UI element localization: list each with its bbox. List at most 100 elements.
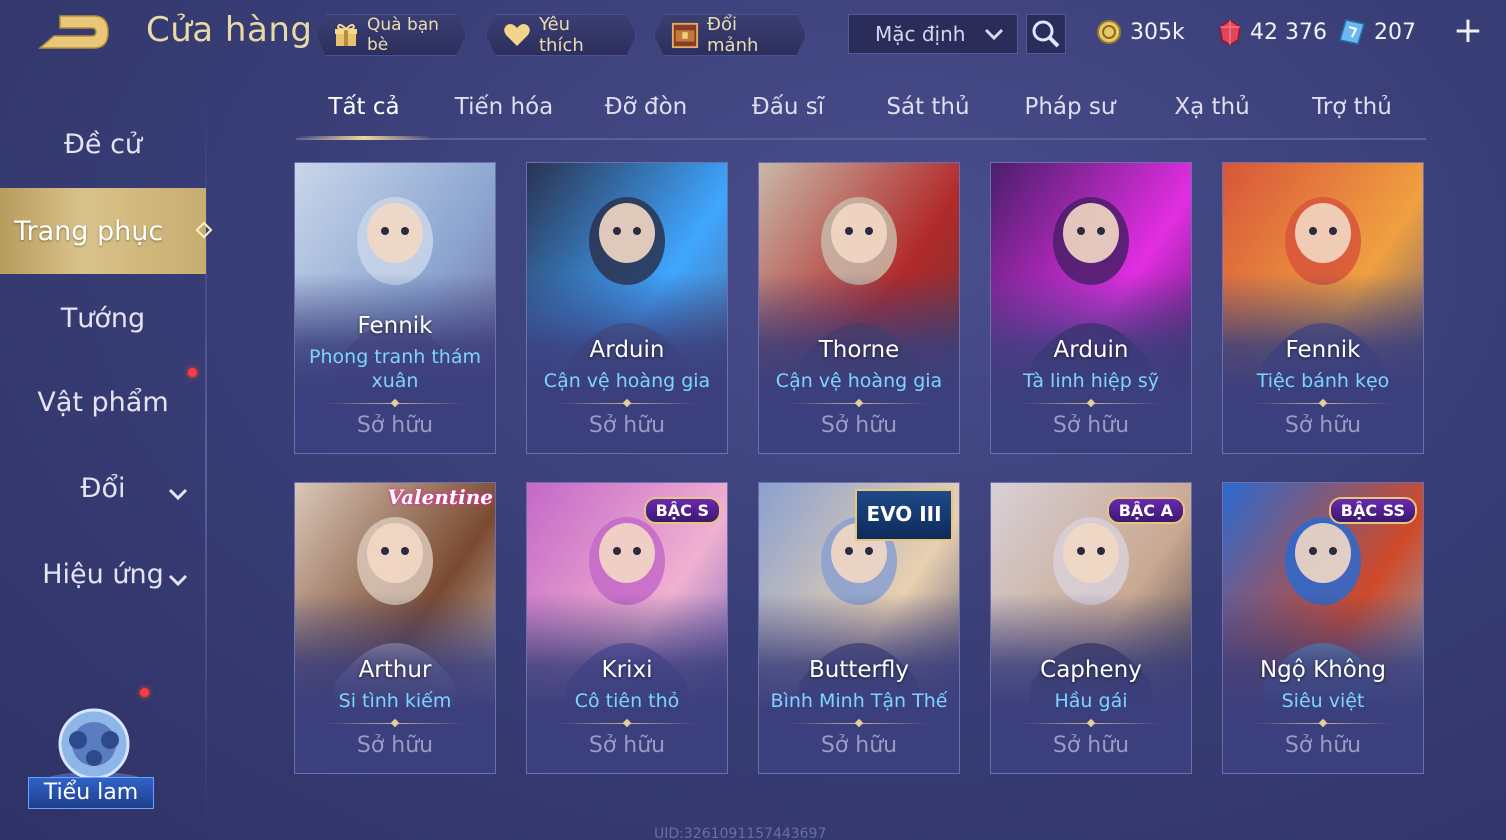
back-arrow-icon <box>37 15 109 49</box>
hero-name: Thorne <box>818 337 900 363</box>
hero-name: Fennik <box>357 313 433 339</box>
gold-balance-value: 305k <box>1130 19 1185 45</box>
sidebar-item-recommended[interactable]: Đề cử <box>0 114 206 174</box>
diamond-marker-icon <box>195 221 213 239</box>
hero-name: Capheny <box>1040 657 1142 683</box>
chevron-down-icon <box>168 478 188 509</box>
ruby-gem-icon <box>1219 19 1241 46</box>
sidebar-item-exchange[interactable]: Đổi <box>0 458 206 518</box>
sidebar-item-label: Hiệu ứng <box>42 558 164 590</box>
treasure-chest-icon <box>671 21 699 49</box>
skin-name: Cô tiên thỏ <box>574 690 680 712</box>
voucher-card-icon <box>1339 19 1365 45</box>
tab-tank[interactable]: Đỡ đòn <box>578 94 714 138</box>
notification-dot <box>188 368 197 377</box>
sidebar-item-label: Đề cử <box>63 128 143 160</box>
gold-coin-icon <box>1097 20 1121 44</box>
page-title: Cửa hàng <box>146 10 313 50</box>
owned-status: Sở hữu <box>820 413 898 438</box>
skin-card[interactable]: Arduin Cận vệ hoàng gia Sở hữu <box>526 162 728 454</box>
left-sidebar: Đề cử Trang phục Tướng Vật phẩm Đổi Hiệu… <box>0 100 213 840</box>
skin-name: Cận vệ hoàng gia <box>543 370 711 392</box>
gift-friends-label: Quà bạn bè <box>367 15 439 55</box>
pet-label: Tiểu lam <box>28 777 154 809</box>
skin-name: Tiệc bánh kẹo <box>1256 370 1390 392</box>
voucher-balance: 207 <box>1338 16 1416 48</box>
sort-dropdown[interactable]: Mặc định <box>848 14 1018 54</box>
sidebar-item-items[interactable]: Vật phẩm <box>0 372 206 432</box>
owned-status: Sở hữu <box>588 413 666 438</box>
player-uid: UID:3261091157443697 <box>654 826 827 840</box>
tab-fighter[interactable]: Đấu sĩ <box>720 94 856 138</box>
exchange-shards-label: Đổi mảnh <box>707 14 759 56</box>
notification-dot <box>140 688 149 697</box>
skin-card[interactable]: EVO III Butterfly Bình Minh Tận Thế Sở hữu <box>758 482 960 774</box>
skin-card[interactable]: Fennik Phong tranh thám xuân Sở hữu <box>294 162 496 454</box>
skin-card[interactable]: Fennik Tiệc bánh kẹo Sở hữu <box>1222 162 1424 454</box>
skin-card[interactable]: Thorne Cận vệ hoàng gia Sở hữu <box>758 162 960 454</box>
skin-name: Cận vệ hoàng gia <box>775 370 943 392</box>
skin-card[interactable]: BẬC S Krixi Cô tiên thỏ Sở hữu <box>526 482 728 774</box>
skin-name: Hầu gái <box>1054 690 1128 712</box>
hero-name: Arduin <box>589 337 665 363</box>
favorites-label: Yêu thích <box>539 14 584 56</box>
pet-companion-button[interactable] <box>34 700 154 830</box>
favorites-button[interactable]: Yêu thích <box>486 14 636 56</box>
skin-card[interactable]: Arduin Tà linh hiệp sỹ Sở hữu <box>990 162 1192 454</box>
hero-name: Fennik <box>1285 337 1361 363</box>
sidebar-item-effects[interactable]: Hiệu ứng <box>0 544 206 604</box>
skin-name: Siêu việt <box>1281 690 1365 712</box>
skin-name: Tà linh hiệp sỹ <box>1022 370 1159 392</box>
owned-status: Sở hữu <box>356 413 434 438</box>
sidebar-item-label: Vật phẩm <box>37 386 169 418</box>
sidebar-item-label: Tướng <box>60 302 146 334</box>
gift-icon <box>333 21 359 49</box>
add-currency-button[interactable]: + <box>1452 13 1484 50</box>
tier-badge: EVO III <box>855 489 953 541</box>
owned-status: Sở hữu <box>820 733 898 758</box>
back-button[interactable] <box>30 8 116 56</box>
hero-name: Arthur <box>358 657 432 683</box>
search-button[interactable] <box>1026 14 1066 54</box>
skin-card-grid: Fennik Phong tranh thám xuân Sở hữu Arduin… <box>294 162 1426 826</box>
gold-balance: 305k <box>1096 16 1185 48</box>
tab-evolution[interactable]: Tiến hóa <box>436 94 572 138</box>
hero-name: Ngộ Không <box>1259 657 1387 683</box>
skin-name: Bình Minh Tận Thế <box>770 690 948 712</box>
skin-card[interactable]: BẬC SS Ngộ Không Siêu việt Sở hữu <box>1222 482 1424 774</box>
active-tab-indicator <box>296 136 432 140</box>
gift-friends-button[interactable]: Quà bạn bè <box>316 14 466 56</box>
sidebar-item-heroes[interactable]: Tướng <box>0 288 206 348</box>
exchange-shards-button[interactable]: Đổi mảnh <box>654 14 806 56</box>
tier-badge: BẬC SS <box>1328 497 1417 524</box>
tier-badge: BẬC S <box>643 497 721 524</box>
sidebar-item-skins[interactable]: Trang phục <box>0 188 213 274</box>
skin-name: Phong tranh thám xuân <box>309 346 481 392</box>
sidebar-item-label: Đổi <box>80 472 126 504</box>
tier-badge: Valentine <box>387 485 493 509</box>
search-icon <box>1032 20 1060 48</box>
owned-status: Sở hữu <box>1052 413 1130 438</box>
hero-name: Arduin <box>1053 337 1129 363</box>
hero-name: Butterfly <box>808 657 910 683</box>
chevron-down-icon <box>168 564 188 595</box>
tab-assassin[interactable]: Sát thủ <box>860 94 996 138</box>
owned-status: Sở hữu <box>356 733 434 758</box>
voucher-balance-value: 207 <box>1374 19 1416 45</box>
skin-card[interactable]: BẬC A Capheny Hầu gái Sở hữu <box>990 482 1192 774</box>
tier-badge: BẬC A <box>1106 497 1185 524</box>
tab-mage[interactable]: Pháp sư <box>1002 94 1138 138</box>
tab-support[interactable]: Trợ thủ <box>1284 94 1420 138</box>
category-tabs: Tất cả Tiến hóa Đỡ đòn Đấu sĩ Sát thủ Ph… <box>296 86 1426 140</box>
owned-status: Sở hữu <box>588 733 666 758</box>
hero-name: Krixi <box>601 657 653 683</box>
owned-status: Sở hữu <box>1052 733 1130 758</box>
sidebar-item-label: Trang phục <box>14 215 164 247</box>
chevron-down-icon <box>983 24 1005 49</box>
owned-status: Sở hữu <box>1284 413 1362 438</box>
tab-marksman[interactable]: Xạ thủ <box>1144 94 1280 138</box>
skin-card[interactable]: Valentine Arthur Si tình kiếm Sở hữu <box>294 482 496 774</box>
gem-balance-value: 42 376 <box>1250 19 1327 45</box>
tab-all[interactable]: Tất cả <box>296 94 432 138</box>
heart-icon <box>503 21 531 49</box>
